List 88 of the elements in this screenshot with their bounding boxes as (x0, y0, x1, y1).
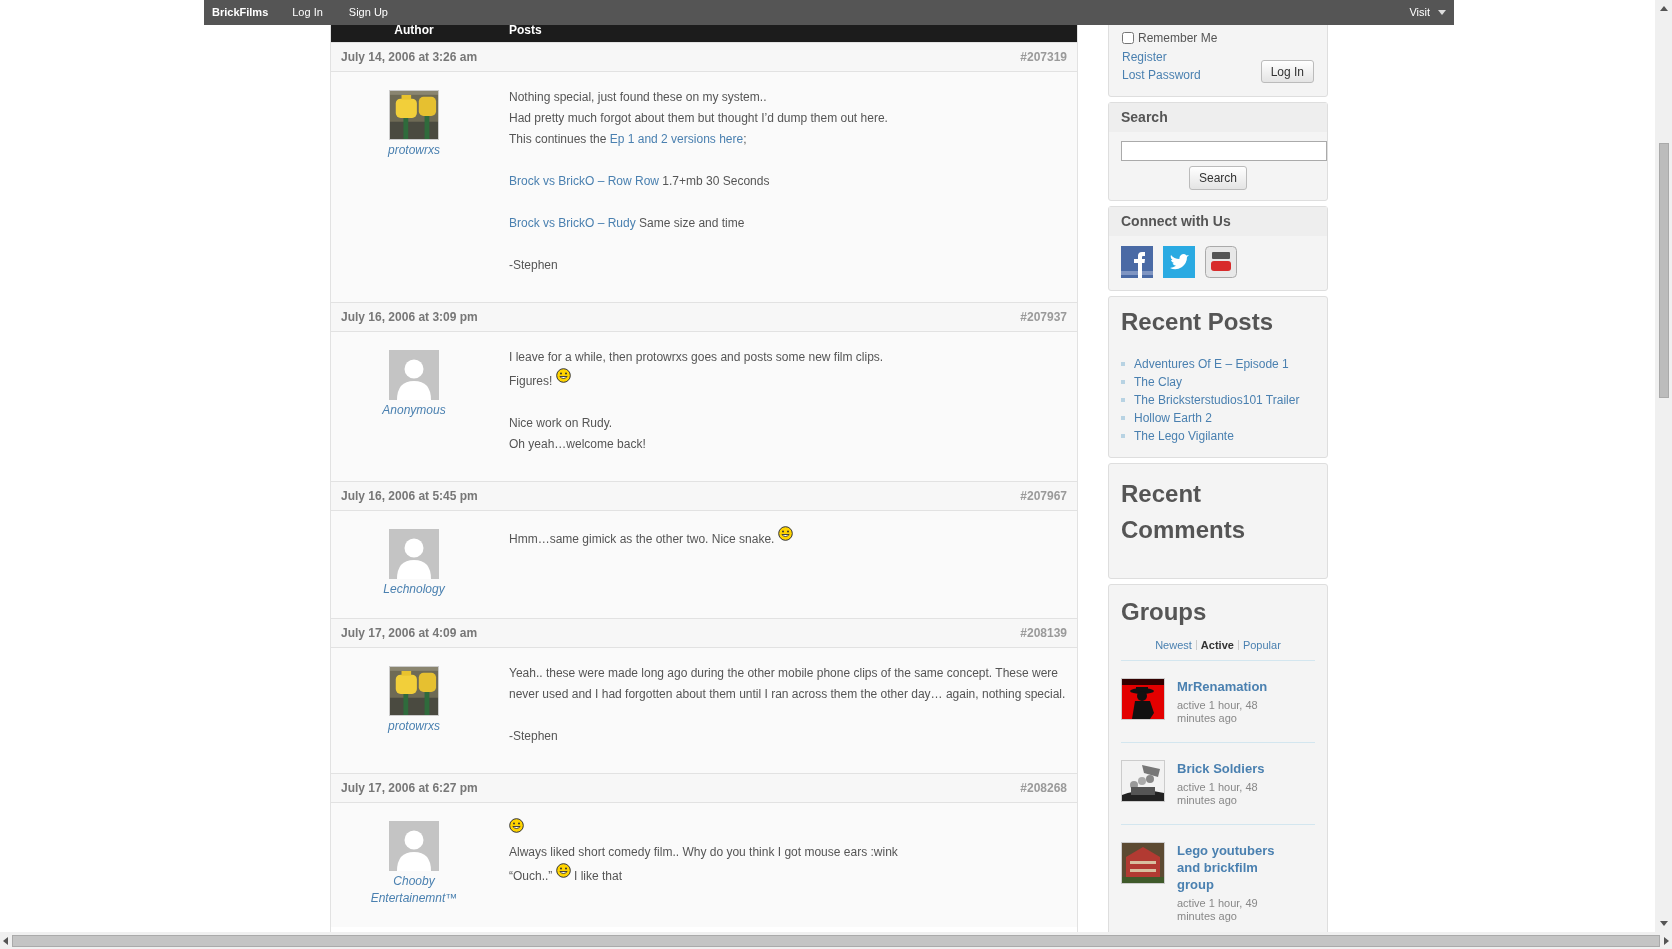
recent-post-link[interactable]: The Bricksterstudios101 Trailer (1134, 391, 1300, 409)
post-permalink[interactable]: #207967 (1020, 487, 1067, 505)
column-header: Posts (508, 22, 542, 39)
post-text: This continues the Ep 1 and 2 versions here; (509, 131, 748, 148)
group-name[interactable]: Brick Soldiers (1177, 759, 1287, 777)
widget-title: Groups (1121, 597, 1208, 627)
post-text: Figures! (509, 368, 1069, 392)
scroll-left-icon[interactable] (3, 936, 8, 945)
group-activity: active 1 hour, 48 minutes ago (1177, 698, 1259, 725)
group-filter-tab[interactable]: Newest (1155, 637, 1192, 654)
post-text: Brock vs BrickO – Rudy Same size and time (509, 215, 746, 232)
scrollbar-thumb[interactable] (1658, 143, 1669, 398)
scroll-down-icon[interactable] (1659, 921, 1668, 926)
post-text: I leave for a while, then protowrxs goes and posts some new film clips. (509, 349, 885, 366)
post-link[interactable]: Brock vs BrickO – Rudy (509, 216, 636, 230)
site-brand[interactable]: BrickFilms (212, 4, 269, 21)
post-permalink[interactable]: #208268 (1020, 779, 1067, 797)
bullet-icon (1121, 416, 1125, 420)
login-button[interactable]: Log In (1260, 60, 1314, 83)
smiley-icon (777, 526, 793, 541)
author-name[interactable]: protowrxs (359, 142, 469, 159)
post-permalink[interactable]: #207319 (1020, 48, 1067, 66)
post-text: “Ouch..” I like that (509, 863, 1069, 887)
account-link[interactable]: Register (1122, 48, 1201, 66)
smiley-icon (555, 368, 571, 383)
post-permalink[interactable]: #207937 (1020, 308, 1067, 326)
post-text: -Stephen (509, 728, 559, 745)
bullet-icon (1121, 362, 1125, 366)
group-name[interactable]: Lego youtubers and brickfilm group (1177, 841, 1287, 893)
widget-title: Connect with Us (1109, 207, 1327, 236)
bullet-icon (1121, 434, 1125, 438)
search-button[interactable]: Search (1189, 166, 1247, 190)
account-link[interactable]: Lost Password (1122, 66, 1201, 84)
author-name[interactable]: Lechnology (359, 581, 469, 598)
bullet-icon (1121, 398, 1125, 402)
post-text: Hmm…same gimick as the other two. Nice snake. (509, 526, 1069, 550)
group-name[interactable]: MrRenamation (1177, 677, 1287, 695)
widget-title: Recent Comments (1121, 479, 1247, 545)
widget-title: Recent Posts (1121, 307, 1275, 337)
post-text: Brock vs BrickO – Row Row 1.7+mb 30 Seconds (509, 173, 771, 190)
video-icon[interactable] (1205, 246, 1237, 278)
author-name[interactable]: Chooby Entertainemnt™ (359, 873, 469, 907)
search-field[interactable] (1121, 141, 1327, 161)
recent-post-link[interactable]: The Clay (1134, 373, 1183, 391)
column-header: Author (393, 22, 435, 39)
recent-post-link[interactable]: Adventures Of E – Episode 1 (1134, 355, 1289, 373)
group-filter-tab[interactable]: Popular (1242, 637, 1281, 654)
smiley-icon (509, 818, 524, 833)
widget-title: Search (1109, 103, 1327, 132)
avatar-icon (389, 350, 439, 400)
facebook-icon[interactable] (1121, 246, 1153, 278)
recent-post-link[interactable]: Hollow Earth 2 (1134, 409, 1213, 427)
post-permalink[interactable]: #208139 (1020, 624, 1067, 642)
avatar-icon (389, 529, 439, 579)
author-name[interactable]: Anonymous (359, 402, 469, 419)
post-text: Nothing special, just found these on my system.. (509, 89, 768, 106)
post-date: July 16, 2006 at 5:45 pm (341, 488, 478, 505)
admin-bar-link[interactable]: Sign Up (348, 4, 388, 21)
horizontal-scrollbar[interactable] (0, 932, 1672, 949)
post-date: July 16, 2006 at 3:09 pm (341, 309, 478, 326)
remember-checkbox[interactable] (1122, 32, 1134, 44)
vertical-scrollbar[interactable] (1655, 0, 1672, 932)
post-link[interactable]: Brock vs BrickO – Row Row (509, 174, 660, 188)
scroll-up-icon[interactable] (1659, 6, 1668, 11)
remember-label: Remember Me (1138, 30, 1218, 47)
post-date: July 17, 2006 at 4:09 am (341, 625, 478, 642)
caret-icon[interactable] (1438, 10, 1446, 15)
post-date: July 17, 2006 at 6:27 pm (341, 780, 478, 797)
post-text: Yeah.. these were made long ago during the other mobile phone clips of the same concept. These were never used and I had forgotten about them until I ran across them the other day… again, nothing special. (509, 665, 1067, 703)
group-activity: active 1 hour, 49 minutes ago (1177, 896, 1259, 923)
post-text: Always liked short comedy film.. Why do you think I got mouse ears :wink (509, 844, 899, 861)
scrollbar-thumb[interactable] (12, 934, 1660, 947)
post-text: -Stephen (509, 257, 559, 274)
smiley-icon (555, 863, 571, 878)
author-name[interactable]: protowrxs (359, 718, 469, 735)
avatar-icon (389, 821, 439, 871)
post-text: Oh yeah…welcome back! (509, 436, 647, 453)
group-filter-tab[interactable]: Active (1200, 637, 1234, 654)
recent-post-link[interactable]: The Lego Vigilante (1134, 427, 1234, 445)
post-date: July 14, 2006 at 3:26 am (341, 49, 478, 66)
post-text: Had pretty much forgot about them but thought I’d dump them out here. (509, 110, 889, 127)
group-activity: active 1 hour, 48 minutes ago (1177, 780, 1259, 807)
visit-menu[interactable]: Visit (1409, 4, 1430, 21)
twitter-icon[interactable] (1163, 246, 1195, 278)
admin-bar-link[interactable]: Log In (292, 4, 323, 21)
post-text: Nice work on Rudy. (509, 415, 614, 432)
bullet-icon (1121, 380, 1125, 384)
scroll-right-icon[interactable] (1664, 936, 1669, 945)
